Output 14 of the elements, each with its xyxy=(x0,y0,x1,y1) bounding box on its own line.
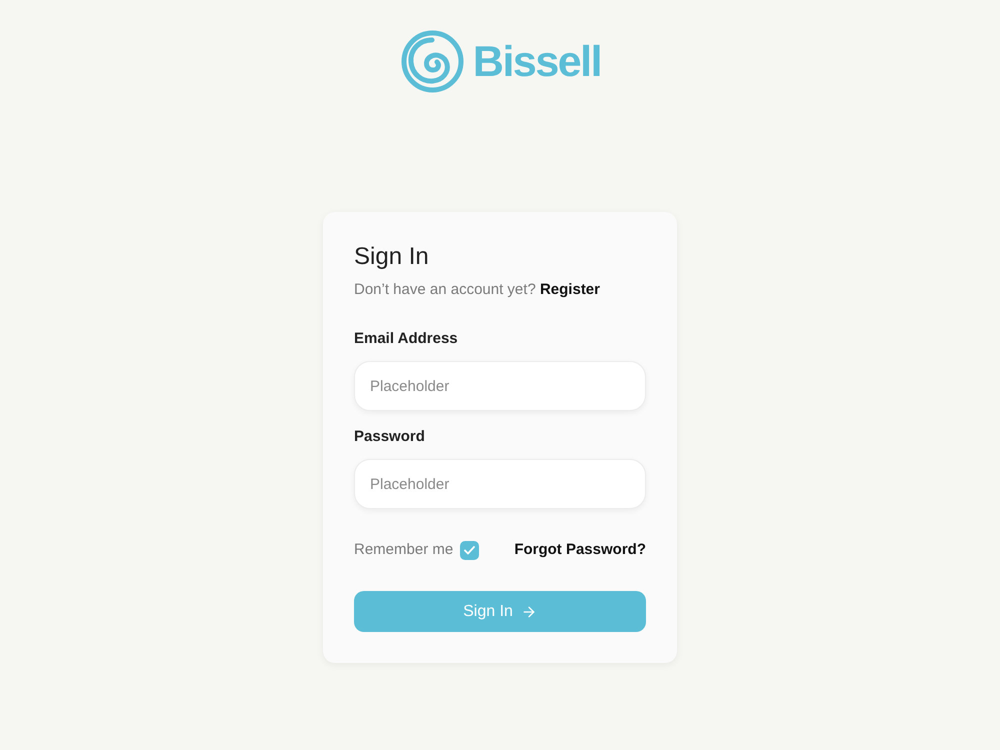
forgot-password-link[interactable]: Forgot Password? xyxy=(514,540,646,560)
form-title: Sign In xyxy=(354,242,430,272)
input-field[interactable]: Placeholder xyxy=(354,361,646,411)
remember-me-label: Remember me xyxy=(354,540,454,560)
register-link[interactable]: Register xyxy=(540,281,600,298)
field-label: Password xyxy=(354,427,426,447)
arrow-right-icon xyxy=(520,604,537,620)
check-icon xyxy=(464,546,476,554)
brand-name: Bissell xyxy=(472,41,602,84)
spiral-logo-icon xyxy=(400,30,464,93)
register-prompt: Don’t have an account yet? Register xyxy=(354,280,601,300)
input-field[interactable]: Placeholder xyxy=(354,459,646,509)
remember-me-checkbox[interactable] xyxy=(460,540,480,560)
field-label: Email Address xyxy=(354,329,459,349)
